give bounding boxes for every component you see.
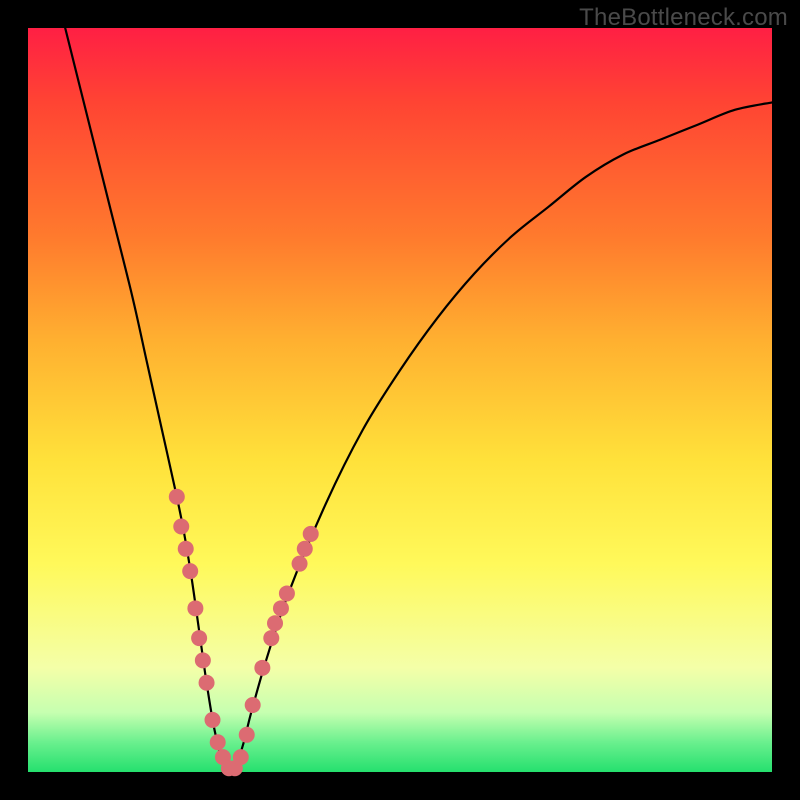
curve-marker: [187, 600, 203, 616]
curve-marker: [245, 697, 261, 713]
curve-marker: [205, 712, 221, 728]
curve-marker: [279, 585, 295, 601]
curve-marker: [239, 727, 255, 743]
curve-marker: [297, 541, 313, 557]
curve-marker: [173, 518, 189, 534]
curve-marker: [210, 734, 226, 750]
curve-marker: [195, 652, 211, 668]
plot-area: [28, 28, 772, 772]
marker-group: [169, 489, 319, 777]
curve-marker: [178, 541, 194, 557]
curve-marker: [303, 526, 319, 542]
curve-path: [65, 28, 772, 772]
curve-marker: [292, 556, 308, 572]
curve-marker: [263, 630, 279, 646]
bottleneck-curve: [28, 28, 772, 772]
curve-marker: [199, 675, 215, 691]
watermark-text: TheBottleneck.com: [579, 4, 788, 32]
curve-marker: [233, 749, 249, 765]
curve-marker: [169, 489, 185, 505]
curve-marker: [273, 600, 289, 616]
curve-marker: [254, 660, 270, 676]
chart-frame: TheBottleneck.com: [0, 0, 800, 800]
curve-marker: [182, 563, 198, 579]
curve-marker: [191, 630, 207, 646]
curve-marker: [267, 615, 283, 631]
